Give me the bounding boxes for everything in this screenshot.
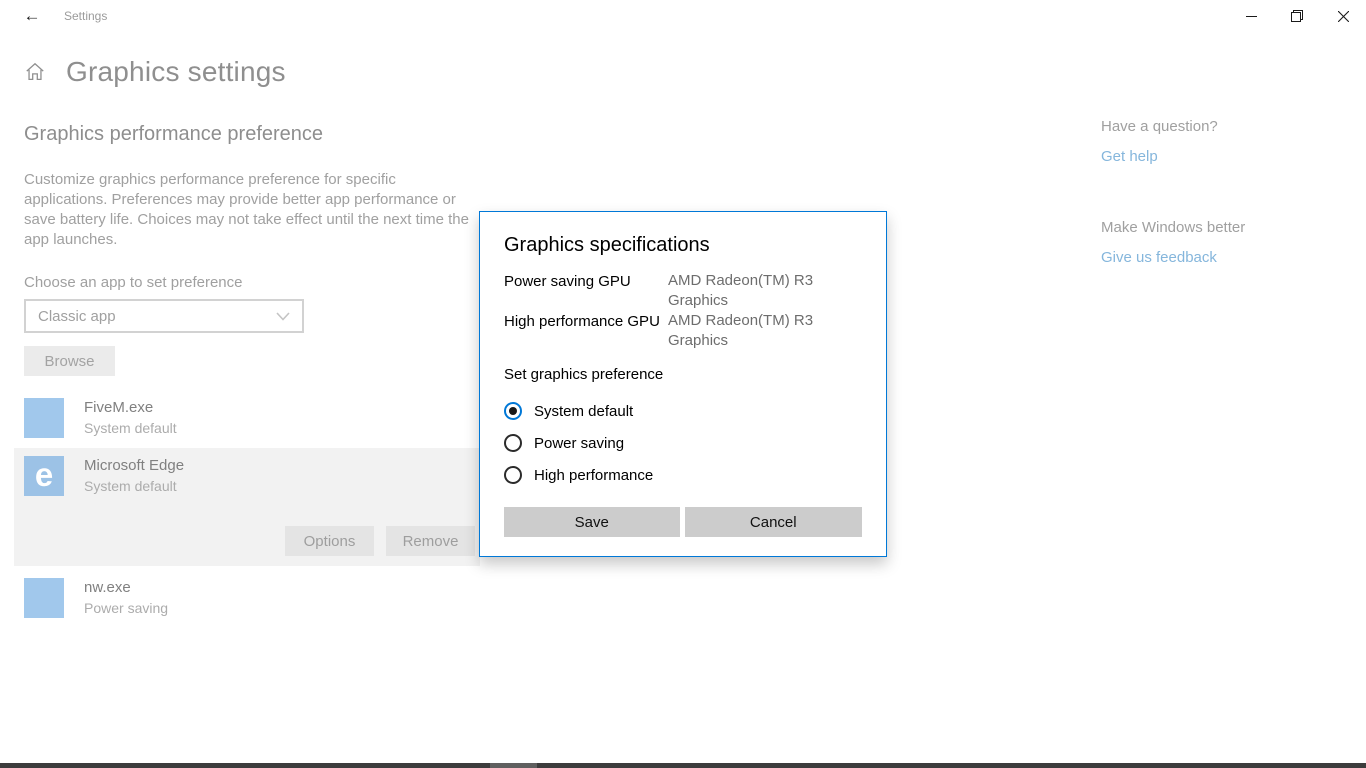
app-preference: System default bbox=[84, 420, 177, 436]
spec-label: Power saving GPU bbox=[504, 271, 668, 311]
home-icon[interactable] bbox=[24, 61, 46, 83]
chevron-down-icon bbox=[276, 312, 290, 321]
app-name: nw.exe bbox=[84, 579, 168, 596]
radio-label: Power saving bbox=[534, 435, 624, 452]
radio-high-performance[interactable]: High performance bbox=[504, 459, 862, 491]
edge-app-icon: e bbox=[24, 456, 64, 496]
nw-app-icon bbox=[24, 578, 64, 618]
dialog-title: Graphics specifications bbox=[504, 234, 862, 257]
radio-label: High performance bbox=[534, 467, 653, 484]
taskbar-active-segment bbox=[490, 763, 537, 768]
app-row-actions: Options Remove bbox=[285, 526, 475, 556]
back-button[interactable]: ← bbox=[12, 0, 52, 32]
app-row-texts: FiveM.exe System default bbox=[84, 398, 177, 436]
app-row-texts: nw.exe Power saving bbox=[84, 578, 168, 616]
spec-row-high-performance: High performance GPU AMD Radeon(TM) R3 G… bbox=[504, 311, 862, 351]
gpu-spec-table: Power saving GPU AMD Radeon(TM) R3 Graph… bbox=[504, 271, 862, 351]
minimize-icon bbox=[1246, 11, 1257, 22]
radio-selected-icon bbox=[504, 402, 522, 420]
spec-row-power-saving: Power saving GPU AMD Radeon(TM) R3 Graph… bbox=[504, 271, 862, 311]
section-heading: Graphics performance preference bbox=[24, 123, 323, 146]
options-button[interactable]: Options bbox=[285, 526, 374, 556]
get-help-link[interactable]: Get help bbox=[1101, 148, 1351, 165]
preference-radio-group: System default Power saving High perform… bbox=[504, 395, 862, 491]
app-name: FiveM.exe bbox=[84, 399, 177, 416]
save-button[interactable]: Save bbox=[504, 507, 680, 537]
feedback-heading: Make Windows better bbox=[1101, 219, 1351, 236]
app-row-microsoft-edge[interactable]: e Microsoft Edge System default Options … bbox=[14, 448, 480, 566]
choose-app-label: Choose an app to set preference bbox=[24, 274, 242, 291]
spec-label: High performance GPU bbox=[504, 311, 668, 351]
help-sidebar: Have a question? Get help Make Windows b… bbox=[1101, 118, 1351, 266]
window-title: Settings bbox=[64, 0, 107, 32]
question-heading: Have a question? bbox=[1101, 118, 1351, 135]
set-preference-label: Set graphics preference bbox=[504, 366, 862, 383]
description-text: Customize graphics performance preferenc… bbox=[24, 170, 476, 250]
cancel-button[interactable]: Cancel bbox=[685, 507, 863, 537]
app-row-fivem[interactable]: FiveM.exe System default bbox=[14, 390, 480, 446]
edge-e-glyph: e bbox=[35, 455, 53, 495]
restore-icon bbox=[1291, 10, 1303, 22]
spec-value: AMD Radeon(TM) R3 Graphics bbox=[668, 311, 853, 351]
titlebar: ← Settings bbox=[0, 0, 1366, 32]
restore-button[interactable] bbox=[1274, 0, 1320, 32]
radio-unselected-icon bbox=[504, 466, 522, 484]
back-arrow-icon: ← bbox=[24, 6, 41, 25]
radio-system-default[interactable]: System default bbox=[504, 395, 862, 427]
graphics-specifications-dialog: Graphics specifications Power saving GPU… bbox=[479, 211, 887, 557]
radio-label: System default bbox=[534, 403, 633, 420]
app-name: Microsoft Edge bbox=[84, 457, 184, 474]
give-feedback-link[interactable]: Give us feedback bbox=[1101, 249, 1351, 266]
app-preference: System default bbox=[84, 478, 184, 494]
app-type-selected-value: Classic app bbox=[38, 308, 276, 325]
radio-unselected-icon bbox=[504, 434, 522, 452]
close-icon bbox=[1338, 11, 1349, 22]
spec-value: AMD Radeon(TM) R3 Graphics bbox=[668, 271, 853, 311]
browse-button[interactable]: Browse bbox=[24, 346, 115, 376]
page-header: Graphics settings bbox=[24, 56, 286, 88]
app-row-nw[interactable]: nw.exe Power saving bbox=[14, 570, 480, 626]
app-row-texts: Microsoft Edge System default bbox=[84, 456, 184, 494]
page-title: Graphics settings bbox=[66, 56, 286, 88]
dialog-buttons: Save Cancel bbox=[504, 507, 862, 537]
app-preference: Power saving bbox=[84, 600, 168, 616]
app-type-dropdown[interactable]: Classic app bbox=[24, 299, 304, 333]
close-button[interactable] bbox=[1320, 0, 1366, 32]
radio-power-saving[interactable]: Power saving bbox=[504, 427, 862, 459]
fivem-app-icon bbox=[24, 398, 64, 438]
remove-button[interactable]: Remove bbox=[386, 526, 475, 556]
minimize-button[interactable] bbox=[1228, 0, 1274, 32]
taskbar-edge[interactable] bbox=[0, 763, 1366, 768]
window-controls bbox=[1228, 0, 1366, 32]
